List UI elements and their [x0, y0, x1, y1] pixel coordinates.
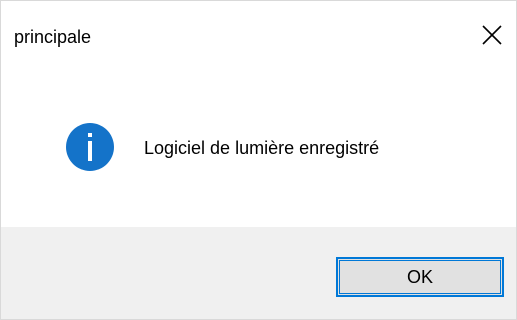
dialog-content: Logiciel de lumière enregistré — [1, 69, 516, 227]
close-button[interactable] — [472, 15, 512, 55]
close-icon — [482, 25, 502, 45]
window-title: principale — [14, 27, 92, 47]
title-bar: principale — [1, 1, 516, 69]
info-icon — [66, 123, 114, 171]
message-text: Logiciel de lumière enregistré — [144, 138, 380, 158]
ok-button[interactable]: OK — [336, 257, 504, 297]
message-dialog: principale Logiciel de lumière enregistr… — [0, 0, 517, 320]
button-bar: OK — [1, 227, 516, 319]
